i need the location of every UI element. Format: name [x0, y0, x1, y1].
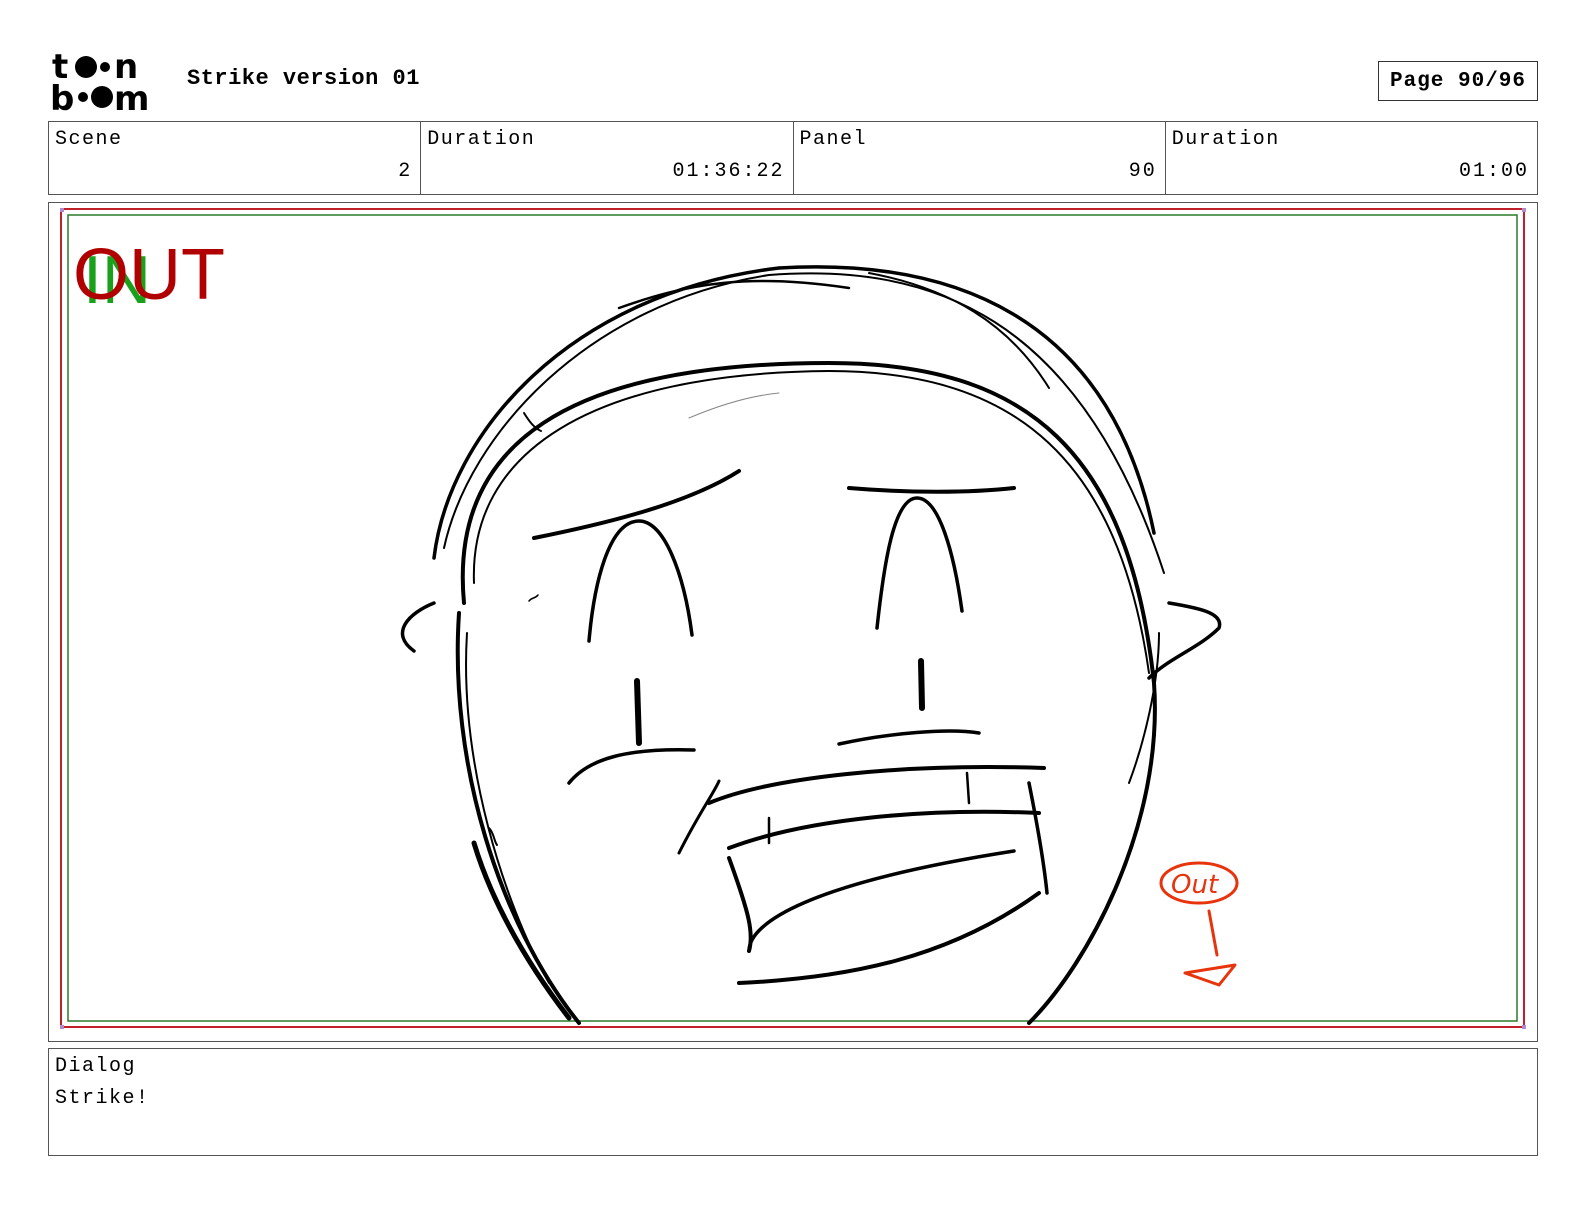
panel-drawing: IN OUT Out: [60, 208, 1526, 1029]
svg-text:m: m: [114, 79, 149, 112]
out-marker: OUT: [73, 235, 225, 315]
dialog-label: Dialog: [55, 1055, 137, 1078]
scene-cell: Scene 2: [49, 122, 422, 194]
out-sketch-label: Out: [1171, 870, 1219, 900]
scene-value: 2: [398, 160, 413, 183]
scene-label: Scene: [55, 128, 123, 151]
scene-duration-value: 01:36:22: [672, 160, 785, 183]
panel-cell: Panel 90: [794, 122, 1166, 194]
panel-duration-label: Duration: [1171, 128, 1280, 151]
panel-info-row: Scene 2 Duration 01:36:22 Panel 90 Durat…: [48, 121, 1538, 195]
panel-value: 90: [1128, 160, 1157, 183]
frame-outer-line: [60, 208, 1525, 1028]
project-title: Strike version 01: [187, 66, 420, 91]
svg-text:b: b: [50, 79, 74, 112]
storyboard-panel: IN OUT Out: [48, 202, 1538, 1042]
page-number: Page 90/96: [1378, 61, 1538, 101]
panel-label: Panel: [799, 128, 868, 151]
panel-duration-cell: Duration 01:00: [1166, 122, 1537, 194]
frame-inner-line: [67, 214, 1518, 1022]
toon-boom-logo: t n b m: [50, 50, 149, 112]
character-sketch: [400, 265, 1222, 1025]
scene-duration-label: Duration: [427, 128, 536, 151]
dialog-text: Strike!: [55, 1087, 150, 1110]
scene-duration-cell: Duration 01:36:22: [421, 122, 794, 194]
dialog-box: Dialog Strike!: [48, 1048, 1538, 1156]
panel-duration-value: 01:00: [1458, 160, 1529, 183]
